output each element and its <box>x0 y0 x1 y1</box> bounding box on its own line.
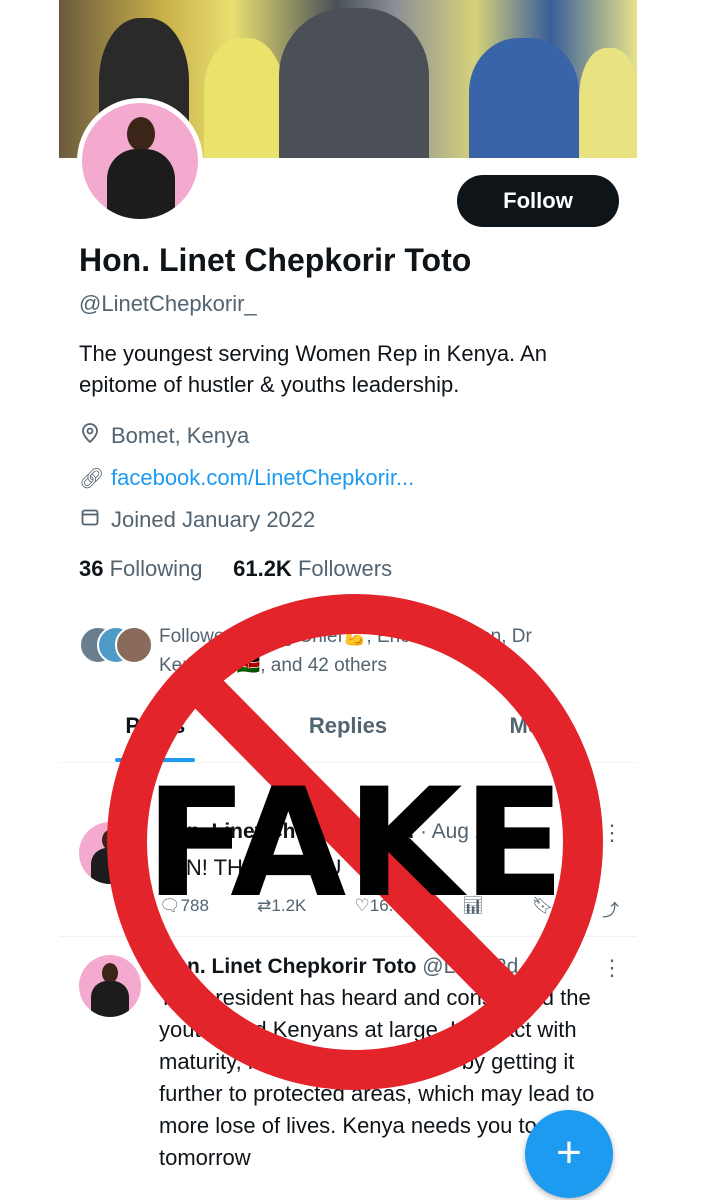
profile-name: Hon. Linet Chepkorir Toto <box>79 242 472 278</box>
profile-handle: @LinetChepkorir_ <box>79 291 257 316</box>
profile-joined: Joined January 2022 <box>79 507 315 533</box>
compose-plus-icon[interactable]: + <box>525 1110 613 1198</box>
followed-by[interactable]: Followed by Big Chief💪, Enoch Women, Dr … <box>79 622 579 680</box>
post-avatar[interactable] <box>79 822 141 884</box>
post-actions: 🗨︎788 ⇄1.2K ♡16.1K 📊︎ 🔖︎ ⤴ <box>159 896 619 921</box>
views-icon: 📊︎ <box>462 896 484 915</box>
more-dots-icon[interactable]: ⋮ <box>601 820 623 846</box>
post-header: Hon. Linet Chepkorir Toto @Lin... 2d <box>159 955 518 979</box>
reply-icon: 🗨︎ <box>159 896 181 915</box>
following-link[interactable]: 36 Following <box>79 556 203 581</box>
followers-link[interactable]: 61.2K Followers <box>233 556 392 581</box>
profile-website: 🔗︎ facebook.com/LinetChepkorir... <box>79 465 414 491</box>
follow-counts: 36 Following 61.2K Followers <box>79 556 392 582</box>
mutual-follower-avatars <box>79 622 153 664</box>
location-pin-icon <box>79 423 101 449</box>
bookmark-icon: 🔖︎ <box>532 896 554 915</box>
reply-button[interactable]: 🗨︎788 <box>159 896 209 921</box>
post-author[interactable]: Hon. Linet Chepkorir Toto <box>159 955 416 978</box>
views-button[interactable]: 📊︎ <box>462 896 484 921</box>
tab-posts[interactable]: Posts <box>59 700 252 762</box>
location-text: Bomet, Kenya <box>111 423 250 448</box>
repost-button[interactable]: ⇄1.2K <box>257 896 306 921</box>
link-icon: 🔗︎ <box>79 467 105 490</box>
post-avatar[interactable] <box>79 955 141 1017</box>
follow-button[interactable]: Follow <box>457 175 619 227</box>
tab-media[interactable]: Media <box>444 700 637 762</box>
share-button[interactable]: ⤴ <box>602 896 619 921</box>
post-text: WIN! THANK YOU <box>159 855 342 880</box>
followed-by-text: Followed by Big Chief💪, Enoch Women, Dr … <box>159 626 532 676</box>
divider <box>59 936 637 937</box>
profile-avatar[interactable] <box>77 98 203 224</box>
repost-icon: ⇄ <box>257 896 272 915</box>
pin-icon: 📌︎ <box>117 782 143 804</box>
post-meta: @Lin... 2d <box>422 955 519 978</box>
calendar-icon <box>79 508 101 532</box>
heart-icon: ♡ <box>354 896 370 915</box>
profile-location: Bomet, Kenya <box>79 423 249 449</box>
joined-text: Joined January 2022 <box>111 507 316 532</box>
tab-replies[interactable]: Replies <box>252 700 445 762</box>
more-dots-icon[interactable]: ⋮ <box>601 955 623 981</box>
post-author[interactable]: Hon. Linet Chepkorir To... <box>159 820 414 843</box>
profile-bio: The youngest serving Women Rep in Kenya.… <box>79 341 547 397</box>
profile-page: Follow Hon. Linet Chepkorir Toto @LinetC… <box>59 0 637 1200</box>
website-link[interactable]: facebook.com/LinetChepkorir... <box>111 465 414 491</box>
post-header: Hon. Linet Chepkorir To... · Aug 22 <box>159 820 498 844</box>
profile-tabs: Posts Replies Media <box>59 700 637 763</box>
share-icon: ⤴ <box>601 901 619 920</box>
post-meta: · Aug 22 <box>419 820 499 843</box>
like-button[interactable]: ♡16.1K <box>355 896 415 921</box>
bookmark-button[interactable]: 🔖︎ <box>532 896 554 921</box>
